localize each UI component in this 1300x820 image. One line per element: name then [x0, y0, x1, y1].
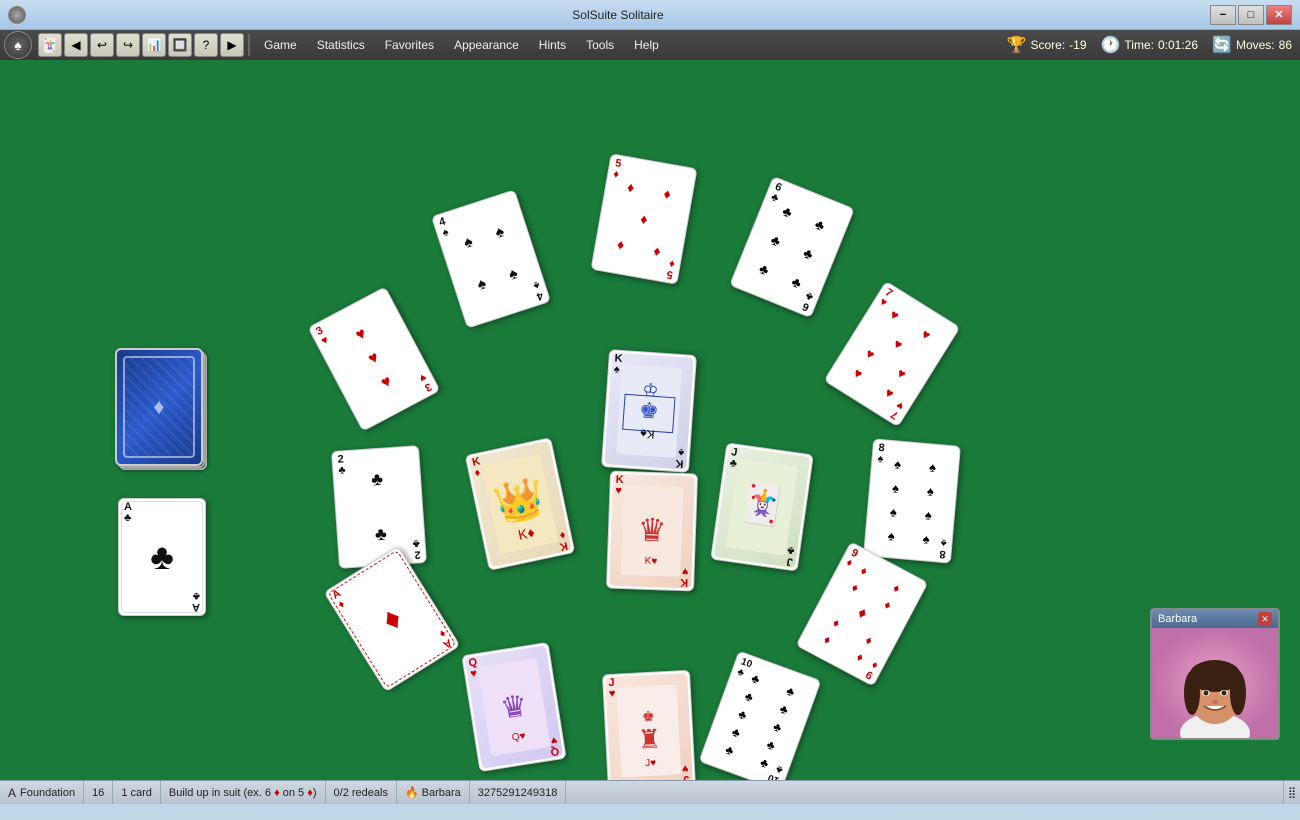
card-three-hearts[interactable]: 3♥ 3♥ ♥ ♥ ♥	[307, 286, 440, 432]
card-ten-clubs[interactable]: 10♣ 10♣ ♣♣ ♣♣ ♣♣ ♣♣ ♣♣	[698, 651, 821, 780]
foundation-count: 16	[84, 781, 113, 804]
time-value: 0:01:26	[1158, 38, 1198, 52]
player-name: Barbara	[1158, 613, 1197, 625]
card-king-diamonds[interactable]: K♦ K♦ 👑 K♦	[465, 437, 576, 571]
svg-text:K♦: K♦	[517, 524, 536, 543]
toolbar-btn-3[interactable]: ↩	[90, 33, 114, 57]
card-nine-diamonds[interactable]: 9♦ 9♦ ♦♦ ♦♦ ♦ ♦♦ ♦♦	[795, 541, 928, 687]
menu-tools[interactable]: Tools	[576, 34, 624, 56]
card-queen-hearts[interactable]: Q♥ Q♥ ♛ Q♥	[461, 642, 566, 772]
player-card: Barbara ✕	[1150, 608, 1280, 740]
maximize-button[interactable]: □	[1238, 5, 1264, 25]
app-logo: ♠	[4, 31, 32, 59]
player-card-close-button[interactable]: ✕	[1258, 612, 1272, 626]
menu-hints[interactable]: Hints	[529, 34, 576, 56]
foundation-icon: A	[8, 786, 16, 800]
player-status: 🔥 Barbara	[397, 781, 470, 804]
card-seven-hearts[interactable]: 7♥ 7♥ ♥♥ ♥ ♥♥ ♥♥	[823, 281, 960, 428]
build-rule: Build up in suit (ex. 6 ♦ on 5 ♦)	[161, 781, 326, 804]
title-bar: SolSuite Solitaire − □ ✕	[0, 0, 1300, 30]
svg-text:♛: ♛	[498, 689, 530, 726]
status-bar: A Foundation 16 1 card Build up in suit …	[0, 780, 1300, 804]
moves-value: 86	[1279, 38, 1292, 52]
resize-handle[interactable]: ⣿	[1283, 781, 1300, 804]
menu-help[interactable]: Help	[624, 34, 669, 56]
time-display: 🕐 Time: 0:01:26	[1101, 35, 1199, 55]
toolbar-btn-8[interactable]: ▶	[220, 33, 244, 57]
player-avatar	[1152, 628, 1278, 738]
card-six-clubs[interactable]: 6♣ 6♣ ♣♣ ♣♣ ♣♣	[729, 176, 855, 318]
card-jack-hearts[interactable]: J♥ J♥ ♚ ♜ J♥	[602, 670, 696, 780]
close-button[interactable]: ✕	[1266, 5, 1292, 25]
card-deck[interactable]: ♦	[115, 348, 205, 468]
menu-favorites[interactable]: Favorites	[375, 34, 444, 56]
score-label: Score:	[1030, 38, 1065, 52]
game-area[interactable]: ♦ A♣ A♣ ♣ 3♥ 3♥ ♥ ♥ ♥ 4♠ 4♠ ♠ ♠ ♠ ♠ 5♦ 5…	[0, 60, 1300, 780]
time-icon: 🕐	[1101, 35, 1121, 55]
card-two-clubs[interactable]: 2♣ 2♣ ♣ ♣	[331, 445, 427, 569]
card-ace-clubs[interactable]: A♣ A♣ ♣	[118, 498, 206, 616]
toolbar-btn-5[interactable]: 📊	[142, 33, 166, 57]
player-status-icon: 🔥	[405, 786, 419, 799]
player-photo	[1152, 628, 1278, 738]
card-king-spades-center[interactable]: K♠ K♠ ♔ ♚ K♠	[601, 349, 697, 473]
svg-text:♚: ♚	[638, 397, 659, 423]
svg-text:♛: ♛	[637, 512, 667, 549]
toolbar-btn-6[interactable]: 🔲	[168, 33, 192, 57]
svg-text:♜: ♜	[637, 723, 662, 754]
toolbar-btn-4[interactable]: ↪	[116, 33, 140, 57]
svg-text:Q♥: Q♥	[511, 731, 526, 744]
menu-game[interactable]: Game	[254, 34, 307, 56]
player-card-header: Barbara ✕	[1152, 610, 1278, 628]
menu-appearance[interactable]: Appearance	[444, 34, 529, 56]
toolbar: 🃏 ◀ ↩ ↪ 📊 🔲 ? ▶	[38, 33, 244, 57]
foundation-label: A Foundation	[0, 781, 84, 804]
moves-icon: 🔄	[1212, 35, 1232, 55]
score-icon: 🏆	[1007, 35, 1027, 55]
svg-text:♚: ♚	[642, 708, 655, 725]
minimize-button[interactable]: −	[1210, 5, 1236, 25]
menu-bar: ♠ 🃏 ◀ ↩ ↪ 📊 🔲 ? ▶ Game Statistics Favori…	[0, 30, 1300, 60]
window-title: SolSuite Solitaire	[26, 8, 1210, 22]
svg-text:K♠: K♠	[639, 426, 655, 441]
toolbar-btn-1[interactable]: 🃏	[38, 33, 62, 57]
app-icon	[8, 6, 26, 24]
cards-count: 1 card	[113, 781, 161, 804]
moves-label: Moves:	[1236, 38, 1275, 52]
svg-text:J♥: J♥	[645, 758, 657, 770]
score-value: -19	[1069, 38, 1086, 52]
card-jack-clubs[interactable]: J♣ J♣ 🃏	[710, 442, 814, 571]
card-king-hearts[interactable]: K♥ K♥ ♛ K♥	[606, 471, 698, 592]
card-five-diamonds[interactable]: 5♦ 5♦ ♦♦ ♦ ♦♦	[590, 153, 697, 284]
toolbar-btn-2[interactable]: ◀	[64, 33, 88, 57]
score-display: 🏆 Score: -19	[1007, 35, 1087, 55]
redeals: 0/2 redeals	[326, 781, 397, 804]
player-id: 3275291249318	[470, 781, 567, 804]
toolbar-btn-7[interactable]: ?	[194, 33, 218, 57]
moves-display: 🔄 Moves: 86	[1212, 35, 1292, 55]
time-label: Time:	[1124, 38, 1154, 52]
card-four-spades[interactable]: 4♠ 4♠ ♠ ♠ ♠ ♠	[431, 189, 551, 328]
svg-text:K♥: K♥	[644, 556, 657, 567]
svg-text:🃏: 🃏	[736, 479, 789, 530]
menu-statistics[interactable]: Statistics	[307, 34, 375, 56]
card-eight-spades[interactable]: 8♠ 8♠ ♠♠ ♠♠ ♠♠ ♠♠	[863, 438, 961, 563]
